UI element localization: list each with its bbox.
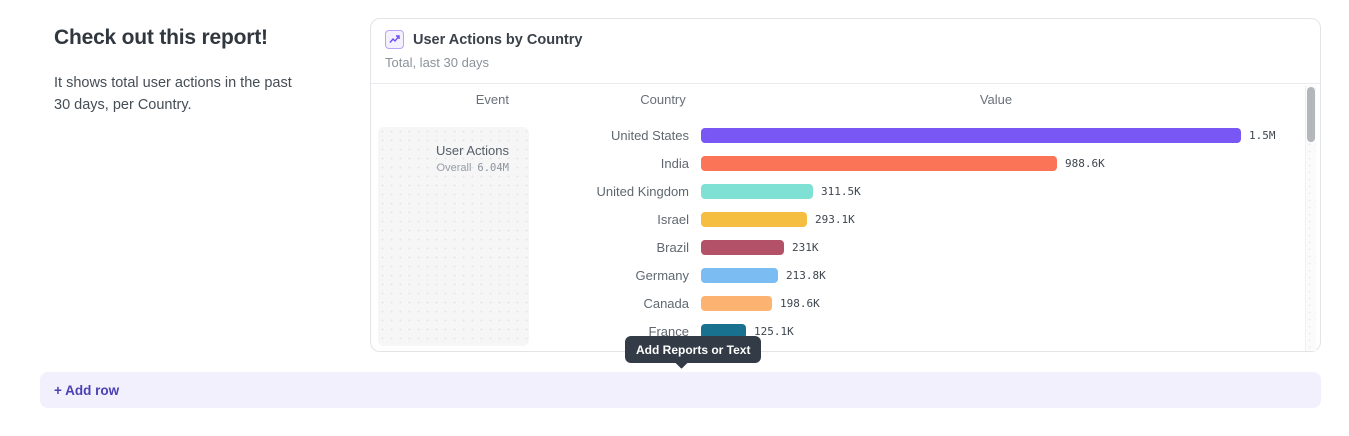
value-label: 198.6K xyxy=(780,297,820,310)
report-subtitle: Total, last 30 days xyxy=(385,55,1306,70)
value-bar[interactable] xyxy=(701,268,778,283)
report-title[interactable]: User Actions by Country xyxy=(413,32,582,48)
vertical-scrollbar-track[interactable] xyxy=(1305,85,1316,351)
value-label: 125.1K xyxy=(754,325,794,338)
value-bar[interactable] xyxy=(701,156,1057,171)
report-card[interactable]: User Actions by Country Total, last 30 d… xyxy=(370,18,1321,352)
country-label: Brazil xyxy=(371,240,689,255)
value-label: 988.6K xyxy=(1065,157,1105,170)
chart-row: United States 1.5M xyxy=(371,121,1320,149)
report-card-header: User Actions by Country Total, last 30 d… xyxy=(371,19,1320,84)
value-label: 231K xyxy=(792,241,819,254)
add-reports-tooltip: Add Reports or Text xyxy=(625,336,761,363)
country-label: Canada xyxy=(371,296,689,311)
intro-text-block[interactable]: Check out this report! It shows total us… xyxy=(54,26,304,116)
value-bar[interactable] xyxy=(701,128,1241,143)
add-reports-tooltip-label: Add Reports or Text xyxy=(636,343,750,357)
chart-row: France 125.1K xyxy=(371,317,1320,345)
chart-row: Brazil 231K xyxy=(371,233,1320,261)
value-bar[interactable] xyxy=(701,212,807,227)
add-row-button[interactable]: + Add row xyxy=(40,372,1321,408)
value-label: 1.5M xyxy=(1249,129,1276,142)
bar-rows: United States 1.5M India 988.6K United K… xyxy=(371,121,1320,345)
bar-chart-area: Event Country Value User Actions Overall… xyxy=(371,84,1320,351)
value-label: 293.1K xyxy=(815,213,855,226)
value-label: 213.8K xyxy=(786,269,826,282)
column-header-value: Value xyxy=(896,92,1096,107)
country-label: India xyxy=(371,156,689,171)
line-chart-icon xyxy=(385,30,404,49)
country-label: Germany xyxy=(371,268,689,283)
value-label: 311.5K xyxy=(821,185,861,198)
chart-row: India 988.6K xyxy=(371,149,1320,177)
dashboard-canvas: Check out this report! It shows total us… xyxy=(0,0,1349,436)
column-header-event: Event xyxy=(378,92,529,107)
value-bar[interactable] xyxy=(701,240,784,255)
vertical-scrollbar-thumb[interactable] xyxy=(1307,87,1315,142)
value-bar[interactable] xyxy=(701,296,772,311)
country-label: United States xyxy=(371,128,689,143)
intro-title: Check out this report! xyxy=(54,26,304,50)
chart-row: Canada 198.6K xyxy=(371,289,1320,317)
value-bar[interactable] xyxy=(701,184,813,199)
tooltip-arrow xyxy=(675,356,688,369)
chart-row: Germany 213.8K xyxy=(371,261,1320,289)
chart-row: Israel 293.1K xyxy=(371,205,1320,233)
country-label: Israel xyxy=(371,212,689,227)
intro-description: It shows total user actions in the past … xyxy=(54,72,292,116)
column-header-country: Country xyxy=(561,92,765,107)
chart-row: United Kingdom 311.5K xyxy=(371,177,1320,205)
add-row-label: + Add row xyxy=(54,383,119,398)
country-label: United Kingdom xyxy=(371,184,689,199)
